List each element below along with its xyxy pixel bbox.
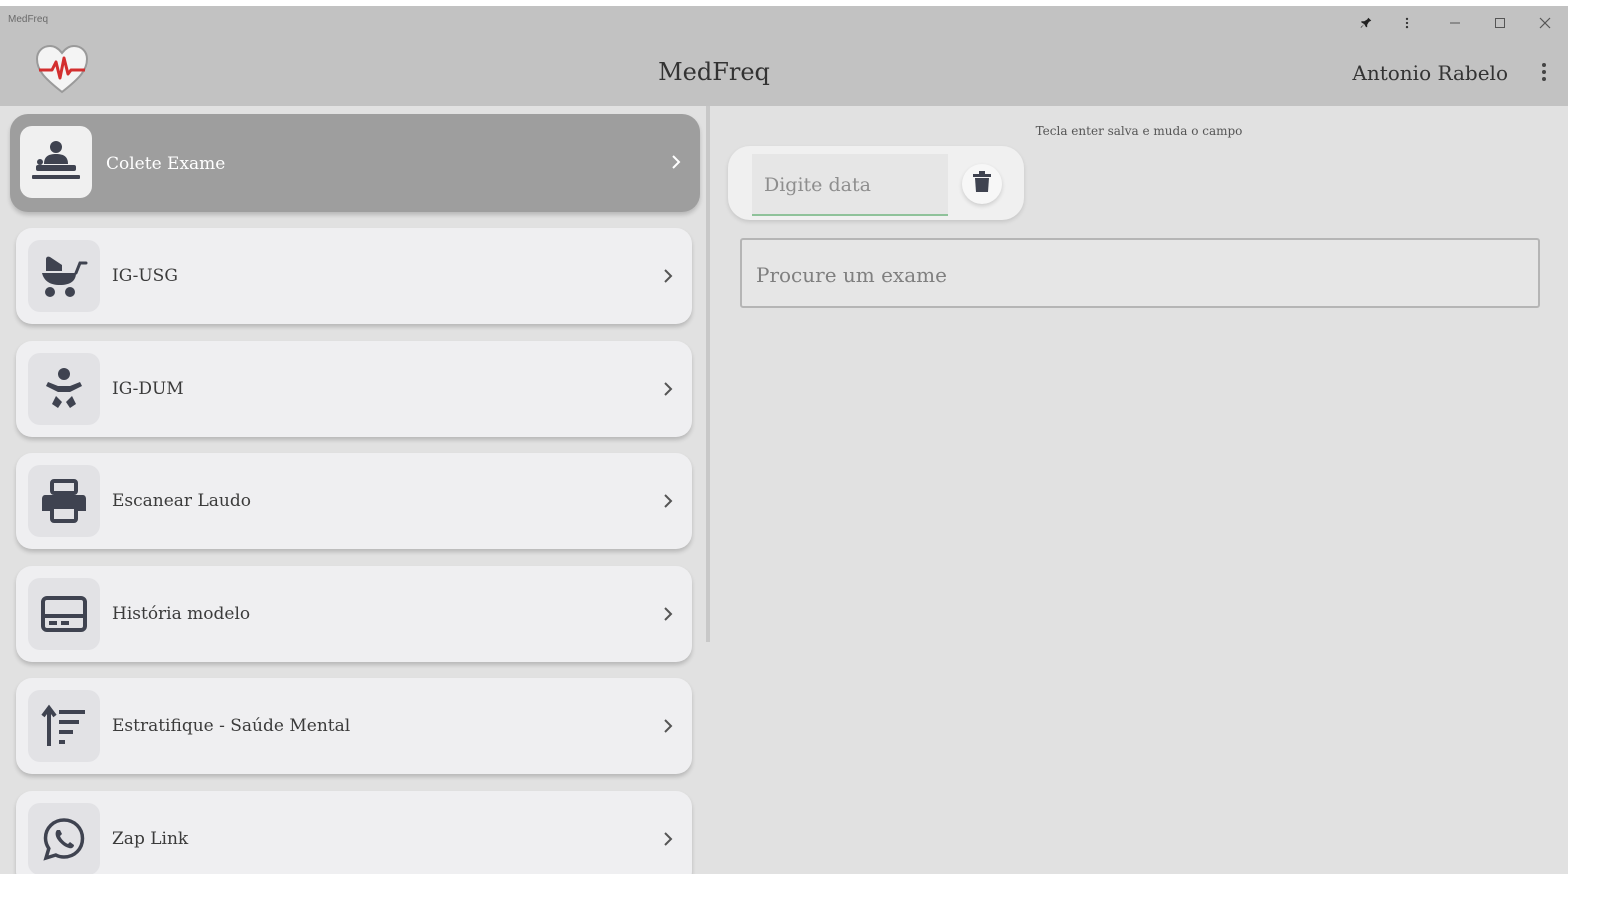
sidebar-item-label: Zap Link [112, 829, 189, 849]
enter-hint-text: Tecla enter salva e muda o campo [1035, 124, 1243, 138]
window-title: MedFreq [8, 14, 49, 25]
date-input[interactable] [764, 172, 934, 198]
date-entry-box [728, 146, 1024, 220]
baby-stroller-icon [28, 240, 100, 312]
chevron-right-icon [666, 152, 686, 172]
sidebar-item-estratifique[interactable]: Estratifique - Saúde Mental [16, 678, 692, 774]
chevron-right-icon [658, 491, 678, 511]
chevron-right-icon [658, 829, 678, 849]
app-window: MedFreq MedFreq Antonio Rabelo Colete Ex… [0, 6, 1568, 874]
sidebar-item-label: IG-USG [112, 266, 178, 286]
sort-filter-icon [28, 690, 100, 762]
user-name[interactable]: Antonio Rabelo [1352, 61, 1508, 85]
sidebar-item-label: Colete Exame [106, 154, 226, 174]
chevron-right-icon [658, 379, 678, 399]
app-title: MedFreq [658, 58, 770, 86]
trash-icon [973, 171, 991, 197]
sidebar-item-zap-link[interactable]: Zap Link [16, 791, 692, 874]
baby-icon [28, 353, 100, 425]
exam-search-box[interactable] [740, 238, 1540, 308]
clear-date-button[interactable] [962, 164, 1002, 204]
close-icon[interactable] [1534, 12, 1556, 34]
sidebar-item-ig-usg[interactable]: IG-USG [16, 228, 692, 324]
chevron-right-icon [658, 266, 678, 286]
date-field[interactable] [752, 154, 948, 216]
more-vert-icon[interactable] [1396, 12, 1418, 34]
exam-search-input[interactable] [756, 260, 1516, 290]
chevron-right-icon [658, 604, 678, 624]
doctor-patient-icon [20, 126, 92, 198]
sidebar: Colete Exame IG-USG IG-DUM Escanear Laud… [0, 106, 706, 874]
sidebar-item-ig-dum[interactable]: IG-DUM [16, 341, 692, 437]
header-bar: MedFreq MedFreq Antonio Rabelo [0, 6, 1568, 106]
chevron-right-icon [658, 716, 678, 736]
sidebar-item-label: Estratifique - Saúde Mental [112, 716, 351, 736]
sidebar-item-historia-modelo[interactable]: História modelo [16, 566, 692, 662]
printer-icon [28, 465, 100, 537]
sidebar-item-label: História modelo [112, 604, 251, 624]
pin-icon[interactable] [1355, 12, 1377, 34]
main-content: Tecla enter salva e muda o campo [710, 106, 1568, 874]
sidebar-item-colete-exame[interactable]: Colete Exame [10, 114, 700, 212]
whatsapp-icon [28, 803, 100, 874]
sidebar-item-label: IG-DUM [112, 379, 184, 399]
sidebar-item-label: Escanear Laudo [112, 491, 251, 511]
minimize-icon[interactable] [1444, 12, 1466, 34]
more-vert-icon[interactable] [1534, 58, 1554, 86]
sidebar-item-escanear-laudo[interactable]: Escanear Laudo [16, 453, 692, 549]
card-template-icon [28, 578, 100, 650]
maximize-icon[interactable] [1489, 12, 1511, 34]
